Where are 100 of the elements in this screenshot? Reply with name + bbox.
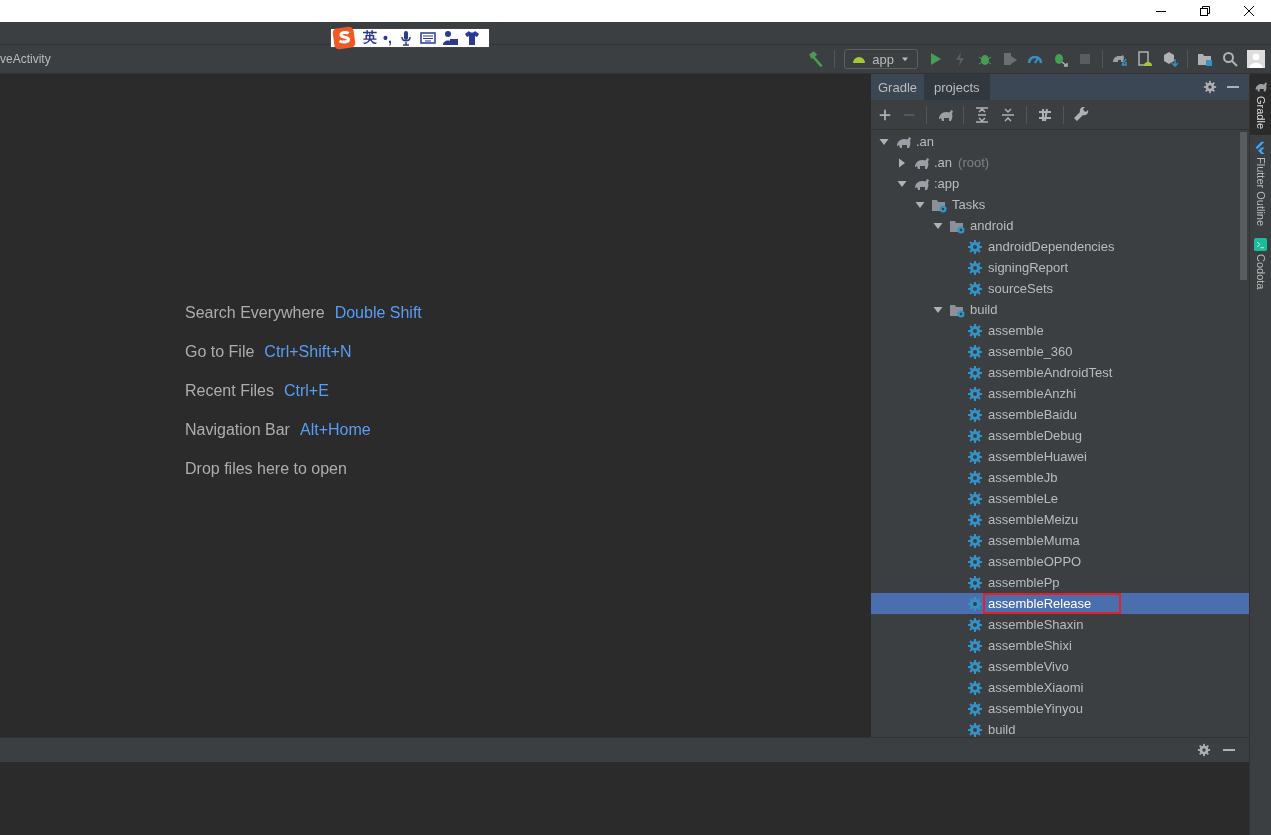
tree-item-label: androidDependencies <box>987 238 1116 255</box>
tree-row[interactable]: assembleRelease <box>871 593 1249 614</box>
panel-title: Gradle <box>877 78 919 97</box>
keyboard-icon[interactable] <box>419 30 436 46</box>
panel-tab[interactable]: projects <box>924 74 990 100</box>
shortcut-text: Ctrl+Shift+N <box>264 342 352 361</box>
tree-row[interactable]: build <box>871 719 1249 737</box>
tree-item-label: assemblePp <box>987 574 1061 591</box>
tree-item-label: assembleMeizu <box>987 511 1080 528</box>
tree-row[interactable]: assembleVivo <box>871 656 1249 677</box>
gear-icon <box>967 343 983 360</box>
tree-item-label: assembleAnzhi <box>987 385 1078 402</box>
tree-row[interactable]: assembleBaidu <box>871 404 1249 425</box>
tree-row[interactable]: assembleJb <box>871 467 1249 488</box>
gear-icon <box>967 385 983 402</box>
tree-row[interactable]: assembleYinyou <box>871 698 1249 719</box>
gear-icon <box>967 448 983 465</box>
tree-item-label: assembleJb <box>987 469 1059 486</box>
tree-row[interactable]: assemblePp <box>871 572 1249 593</box>
gear-icon <box>967 532 983 549</box>
tree-row[interactable]: assembleHuawei <box>871 446 1249 467</box>
tree-row[interactable]: sourceSets <box>871 278 1249 299</box>
tree-row[interactable]: assembleXiaomi <box>871 677 1249 698</box>
tree-item-label: assemble <box>987 322 1045 339</box>
tree-item-label: assembleMuma <box>987 532 1081 549</box>
tree-item-label: assembleOPPO <box>987 553 1083 570</box>
shortcut-text: Alt+Home <box>299 420 371 439</box>
tree-row[interactable]: Tasks <box>871 194 1249 215</box>
tree-item-label: build <box>987 721 1017 737</box>
project-structure-icon[interactable] <box>1197 51 1213 67</box>
settings-icon[interactable] <box>1197 743 1211 757</box>
tree-row[interactable]: :app <box>871 173 1249 194</box>
add-icon[interactable] <box>878 107 892 122</box>
tree-row[interactable]: assembleShixi <box>871 635 1249 656</box>
root-label: (root) <box>958 155 990 170</box>
side-tab[interactable]: Flutter Outline <box>1249 135 1271 233</box>
gear-icon <box>967 490 983 507</box>
tree-row[interactable]: androidDependencies <box>871 236 1249 257</box>
gear-icon <box>967 511 983 528</box>
tree-row[interactable]: .an <box>871 131 1249 152</box>
close-icon[interactable] <box>1241 3 1257 19</box>
hint-label: Go to File <box>185 342 255 361</box>
gear-icon <box>967 427 983 444</box>
gear-icon <box>967 616 983 633</box>
tree-item-label: build <box>969 301 999 318</box>
hint-label: Navigation Bar <box>185 420 290 439</box>
wrench-icon[interactable] <box>1074 106 1090 123</box>
gear-icon <box>967 238 983 255</box>
tree-row[interactable]: build <box>871 299 1249 320</box>
side-tab[interactable]: Gradle <box>1249 74 1271 136</box>
tree-item-label: sourceSets <box>987 280 1055 297</box>
tree-row[interactable]: assemble_360 <box>871 341 1249 362</box>
tree-row[interactable]: assembleDebug <box>871 425 1249 446</box>
run-configuration-dropdown[interactable]: app <box>844 49 918 69</box>
flutter-icon <box>1254 141 1267 155</box>
tree-item-label: assembleShixi <box>987 637 1073 654</box>
tree-item-label: assembleShaxin <box>987 616 1085 633</box>
tree-row[interactable]: signingReport <box>871 257 1249 278</box>
hammer-icon[interactable] <box>807 50 826 68</box>
scrollbar[interactable] <box>1240 132 1247 280</box>
tree-item-label: assembleBaidu <box>987 406 1078 423</box>
codota-icon <box>1254 238 1267 252</box>
tree-item-label: assembleRelease <box>985 595 1120 612</box>
restore-icon[interactable] <box>1197 3 1213 19</box>
tree-row[interactable]: assembleLe <box>871 488 1249 509</box>
gear-icon <box>967 658 983 675</box>
shirt-icon[interactable] <box>463 30 480 46</box>
settings-icon[interactable] <box>1203 80 1217 94</box>
tree-row[interactable]: assembleOPPO <box>871 551 1249 572</box>
tree-row[interactable]: android <box>871 215 1249 236</box>
gear-icon <box>967 595 983 612</box>
gear-icon <box>967 679 983 696</box>
search-icon[interactable] <box>1222 51 1238 67</box>
attach-debugger-icon[interactable] <box>1052 51 1068 67</box>
shortcut-text: Ctrl+E <box>283 381 329 400</box>
tree-row[interactable]: .an (root) <box>871 152 1249 173</box>
side-tab[interactable]: Codota <box>1249 232 1271 296</box>
shortcut-text: Double Shift <box>334 303 422 322</box>
gear-icon <box>967 700 983 717</box>
punctuation-toggle[interactable]: •, <box>383 30 392 46</box>
tree-item-label: assembleYinyou <box>987 700 1084 717</box>
tree-row[interactable]: assembleAndroidTest <box>871 362 1249 383</box>
device-manager-icon[interactable] <box>1137 51 1153 67</box>
gear-icon <box>967 259 983 276</box>
toggle-offline-icon[interactable] <box>1037 106 1053 123</box>
person-icon[interactable] <box>441 30 458 46</box>
tree-row[interactable]: assembleMeizu <box>871 509 1249 530</box>
sogou-logo-icon[interactable] <box>331 26 357 50</box>
tree-row[interactable]: assemble <box>871 320 1249 341</box>
input-mode-toggle[interactable]: 英 <box>363 29 377 47</box>
tree-row[interactable]: assembleShaxin <box>871 614 1249 635</box>
hint-label: Recent Files <box>185 381 274 400</box>
tree-row[interactable]: assembleAnzhi <box>871 383 1249 404</box>
tree-item-label: assembleHuawei <box>987 448 1088 465</box>
breadcrumb[interactable]: veActivity <box>0 52 57 66</box>
sdk-manager-icon[interactable] <box>1162 51 1178 67</box>
tree-row[interactable]: assembleMuma <box>871 530 1249 551</box>
tree-item-label: assembleDebug <box>987 427 1083 444</box>
expand-all-icon[interactable] <box>974 106 990 123</box>
collapse-all-icon[interactable] <box>1000 106 1016 123</box>
